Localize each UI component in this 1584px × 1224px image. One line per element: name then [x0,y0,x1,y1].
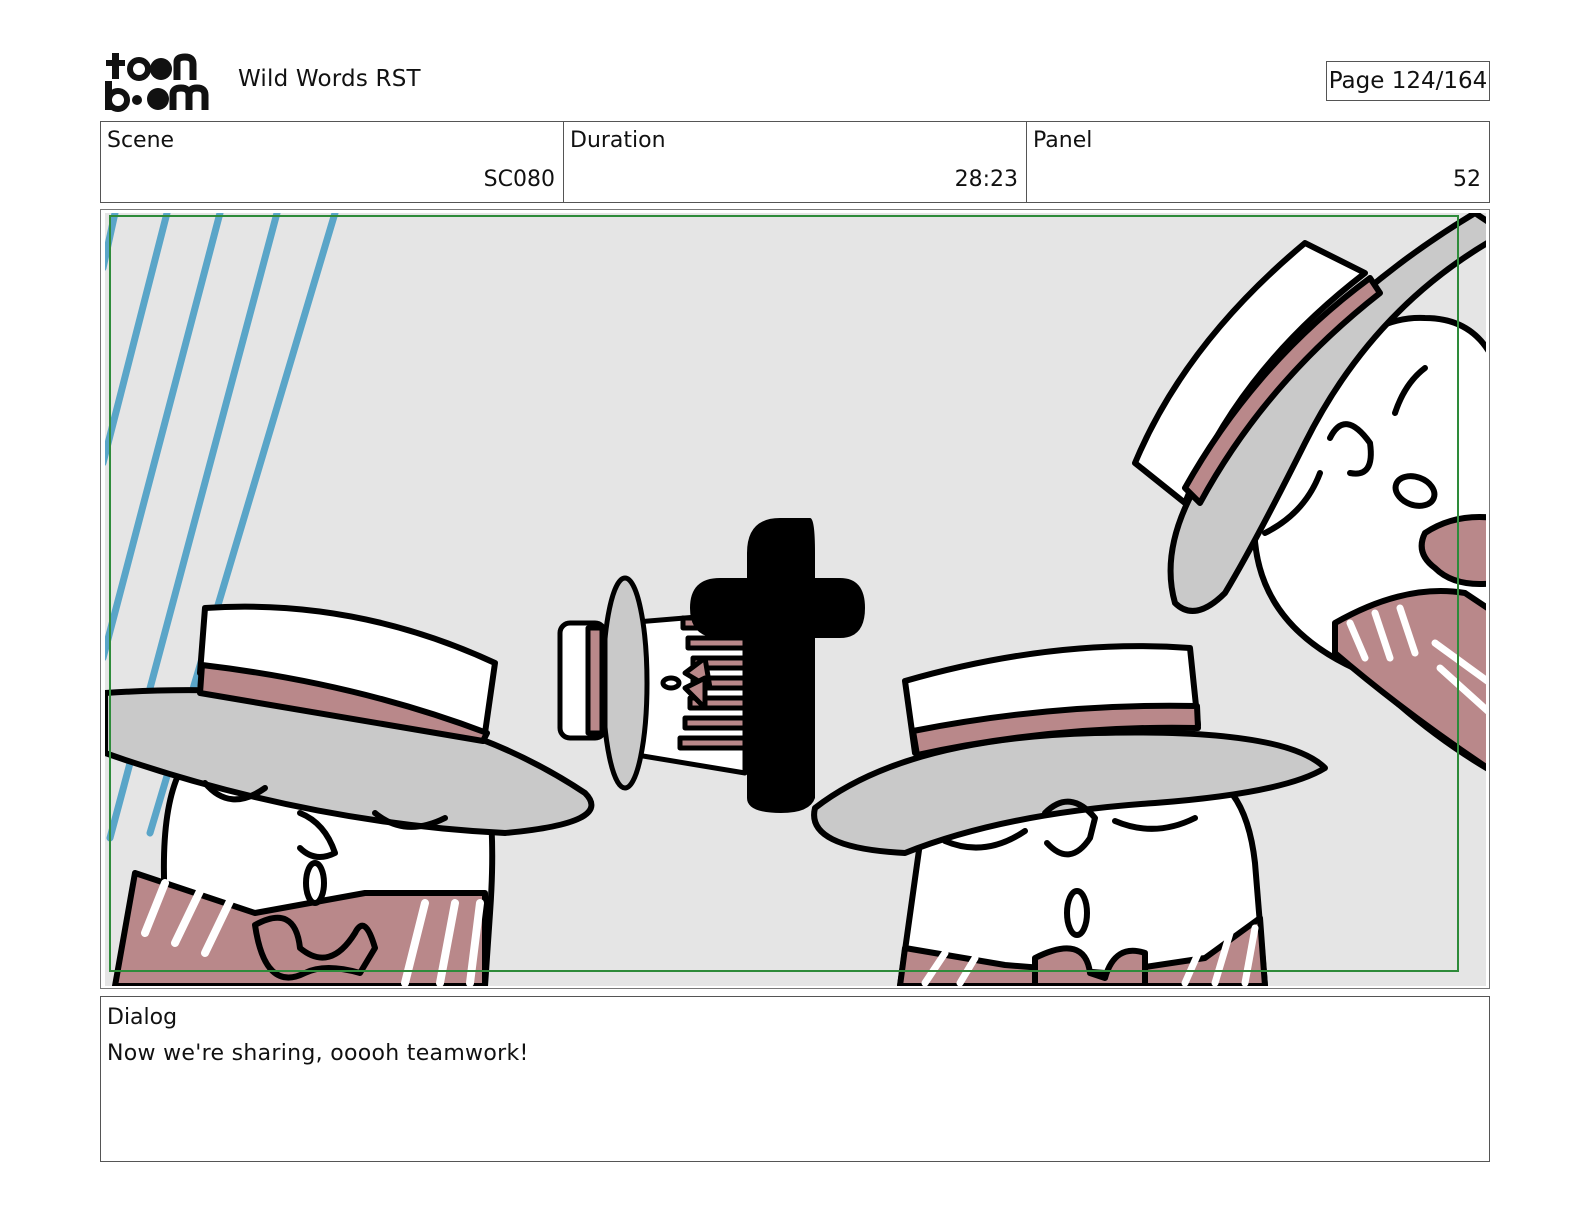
scene-cell: Scene SC080 [101,122,564,202]
page-counter: Page 124/164 [1326,61,1490,101]
storyboard-panel [100,209,1490,989]
dialog-text: Now we're sharing, ooooh teamwork! [107,1041,529,1066]
duration-value: 28:23 [954,167,1018,192]
dialog-box: Dialog Now we're sharing, ooooh teamwork… [100,996,1490,1162]
dialog-label: Dialog [107,1005,178,1030]
project-title: Wild Words RST [238,66,421,92]
panel-value: 52 [1453,167,1481,192]
toon-boom-logo [103,50,215,112]
scene-label: Scene [107,128,175,153]
scene-value: SC080 [483,167,555,192]
duration-cell: Duration 28:23 [564,122,1027,202]
panel-cell: Panel 52 [1027,122,1489,202]
panel-label: Panel [1033,128,1093,153]
info-table: Scene SC080 Duration 28:23 Panel 52 [100,121,1490,203]
duration-label: Duration [570,128,666,153]
storyboard-drawing-icon [105,213,1486,986]
